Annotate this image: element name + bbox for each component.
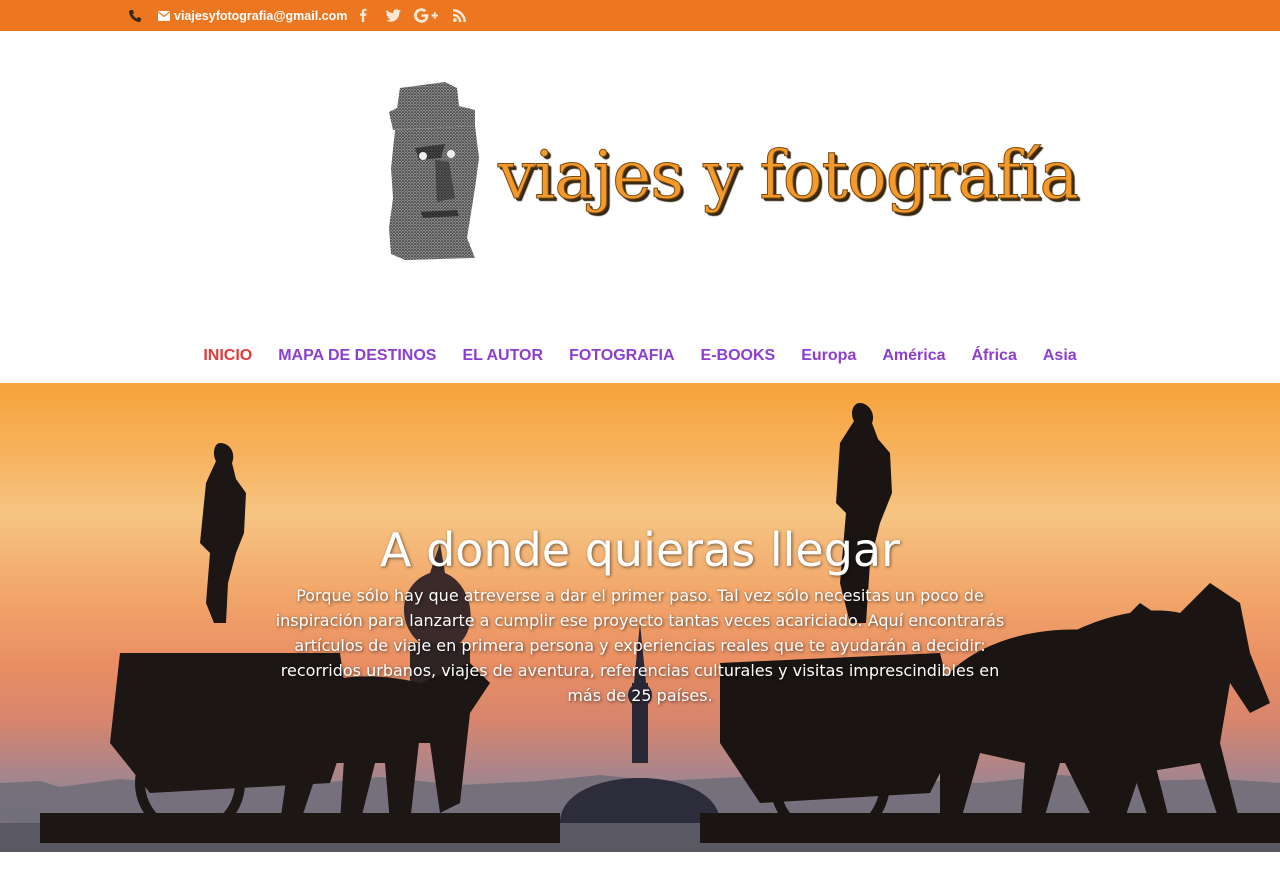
facebook-icon[interactable] <box>357 6 369 24</box>
hero-title: A donde quieras llegar <box>380 523 900 577</box>
twitter-icon[interactable] <box>385 6 401 24</box>
rss-icon[interactable] <box>452 6 467 24</box>
main-nav: INICIO MAPA DE DESTINOS EL AUTOR FOTOGRA… <box>0 341 1280 371</box>
email-link[interactable]: viajesyfotografia@gmail.com <box>158 7 347 25</box>
site-header: viajes y fotografía INICIO MAPA DE DESTI… <box>0 31 1280 384</box>
page-bottom <box>0 852 1280 880</box>
phone-icon <box>129 10 141 22</box>
nav-item-e-books[interactable]: E-BOOKS <box>688 341 789 371</box>
nav-item-fotografia[interactable]: FOTOGRAFIA <box>556 341 687 371</box>
nav-item-inicio[interactable]: INICIO <box>190 341 265 371</box>
hero-description: Porque sólo hay que atreverse a dar el p… <box>275 586 1005 705</box>
nav-item-america[interactable]: América <box>869 341 958 371</box>
hero-banner: A donde quieras llegar Porque sólo hay q… <box>0 383 1280 852</box>
logo-text: viajes y fotografía <box>498 137 1080 215</box>
envelope-icon <box>158 11 170 21</box>
nav-item-africa[interactable]: África <box>959 341 1030 371</box>
nav-item-mapa-de-destinos[interactable]: MAPA DE DESTINOS <box>265 341 449 371</box>
nav-item-el-autor[interactable]: EL AUTOR <box>449 341 556 371</box>
email-text: viajesyfotografia@gmail.com <box>174 9 348 23</box>
nav-item-europa[interactable]: Europa <box>788 341 869 371</box>
top-bar: viajesyfotografia@gmail.com <box>0 0 1280 31</box>
google-plus-icon[interactable] <box>413 6 439 24</box>
nav-item-asia[interactable]: Asia <box>1030 341 1090 371</box>
